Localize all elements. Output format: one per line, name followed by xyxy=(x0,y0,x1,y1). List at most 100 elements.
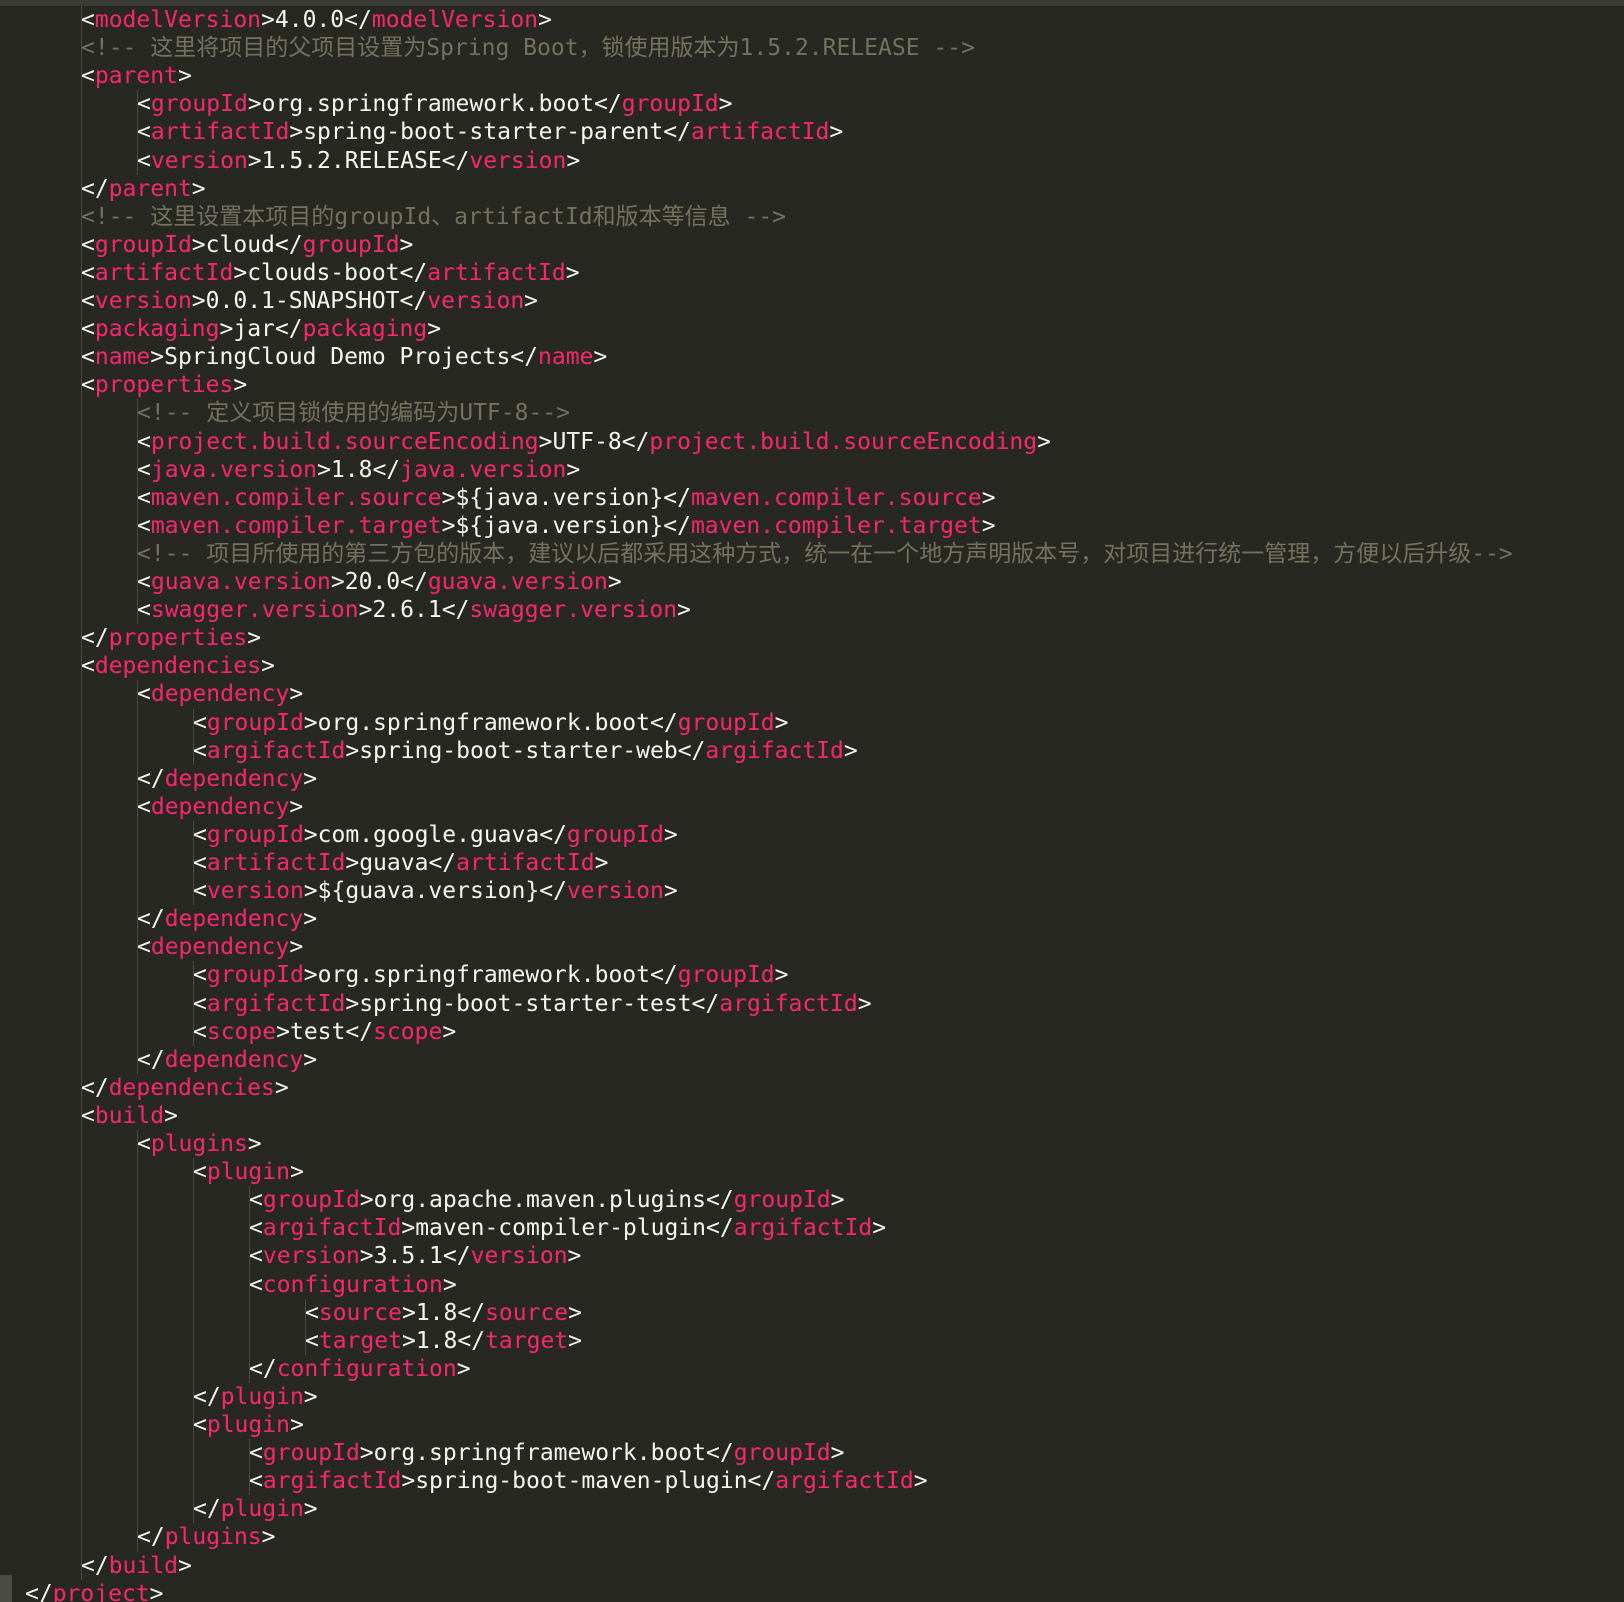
code-line[interactable]: <swagger.version>2.6.1</swagger.version> xyxy=(137,596,691,624)
code-line[interactable]: <build> xyxy=(81,1102,178,1130)
angle-bracket: > xyxy=(981,512,996,539)
angle-bracket: </ xyxy=(457,1299,486,1326)
angle-bracket: > xyxy=(247,91,262,118)
code-line[interactable]: <groupId>org.apache.maven.plugins</group… xyxy=(249,1186,845,1214)
xml-text-value: UTF-8 xyxy=(552,428,622,455)
code-line[interactable]: <plugin> xyxy=(193,1411,304,1439)
code-line[interactable]: </properties> xyxy=(81,624,261,652)
code-line[interactable]: <!-- 定义项目锁使用的编码为UTF-8--> xyxy=(137,399,570,427)
xml-tag-name: source xyxy=(318,1299,402,1326)
code-line[interactable]: </dependency> xyxy=(137,765,317,793)
code-editor[interactable]: <modelVersion>4.0.0</modelVersion> <!-- 这… xyxy=(0,0,1624,1602)
code-line[interactable]: <version>3.5.1</version> xyxy=(249,1242,581,1270)
angle-bracket: > xyxy=(359,1243,374,1270)
code-line[interactable]: <dependency> xyxy=(137,680,303,708)
code-line[interactable]: </configuration> xyxy=(249,1355,471,1383)
code-line[interactable]: <scope>test</scope> xyxy=(193,1018,456,1046)
code-line[interactable]: <argifactId>spring-boot-starter-test</ar… xyxy=(193,990,872,1018)
code-line[interactable]: <groupId>org.springframework.boot</group… xyxy=(193,709,789,737)
xml-tag-name: configuration xyxy=(262,1271,443,1298)
angle-bracket: > xyxy=(568,1299,583,1326)
code-line[interactable]: <groupId>com.google.guava</groupId> xyxy=(193,821,678,849)
code-line[interactable]: <plugins> xyxy=(137,1130,262,1158)
angle-bracket: > xyxy=(442,1271,457,1298)
code-line[interactable]: <configuration> xyxy=(249,1271,457,1299)
angle-bracket: </ xyxy=(400,569,428,595)
angle-bracket: > xyxy=(774,709,789,736)
code-line[interactable]: <project.build.sourceEncoding>UTF-8</pro… xyxy=(137,428,1051,456)
code-line[interactable]: </project> xyxy=(25,1580,164,1602)
code-line[interactable]: <dependency> xyxy=(137,933,303,961)
code-line[interactable]: <version>0.0.1-SNAPSHOT</version> xyxy=(81,287,538,315)
code-line[interactable]: <groupId>org.springframework.boot</group… xyxy=(249,1439,845,1467)
xml-text-value: ${guava.version} xyxy=(317,878,540,905)
code-line[interactable]: <maven.compiler.source>${java.version}</… xyxy=(137,484,996,512)
angle-bracket: < xyxy=(137,484,151,511)
code-line[interactable]: <maven.compiler.target>${java.version}</… xyxy=(137,512,996,540)
code-line[interactable]: <!-- 这里将项目的父项目设置为Spring Boot，锁使用版本为1.5.2… xyxy=(81,34,975,62)
code-line[interactable]: </plugins> xyxy=(137,1523,276,1551)
code-line[interactable]: <argifactId>spring-boot-starter-web</arg… xyxy=(193,737,858,765)
code-line[interactable]: <dependency> xyxy=(137,793,303,821)
code-line[interactable]: <version>1.5.2.RELEASE</version> xyxy=(137,147,580,175)
xml-tag-name: dependency xyxy=(150,681,290,708)
angle-bracket: < xyxy=(193,990,207,1017)
code-line[interactable]: <parent> xyxy=(81,62,192,90)
angle-bracket: > xyxy=(1037,428,1051,455)
xml-tag-name: version xyxy=(150,147,248,174)
angle-bracket: < xyxy=(193,1159,207,1186)
code-line[interactable]: <artifactId>guava</artifactId> xyxy=(193,849,609,877)
code-line[interactable]: <artifactId>spring-boot-starter-parent</… xyxy=(137,118,843,146)
code-line[interactable]: </plugin> xyxy=(193,1495,318,1523)
code-line[interactable]: <name>SpringCloud Demo Projects</name> xyxy=(81,343,607,371)
code-line[interactable]: <properties> xyxy=(81,371,247,399)
angle-bracket: > xyxy=(566,456,581,483)
angle-bracket: </ xyxy=(441,147,470,174)
angle-bracket: > xyxy=(150,344,165,371)
code-line[interactable]: <guava.version>20.0</guava.version> xyxy=(137,568,622,596)
xml-tag-name: plugin xyxy=(206,1412,290,1438)
code-line[interactable]: <artifactId>clouds-boot</artifactId> xyxy=(81,259,580,287)
xml-tag-name: properties xyxy=(108,625,248,652)
xml-tag-name: argifactId xyxy=(705,737,844,764)
code-line[interactable]: <modelVersion>4.0.0</modelVersion> xyxy=(81,6,552,34)
angle-bracket: > xyxy=(303,709,318,736)
code-line[interactable]: <groupId>org.springframework.boot</group… xyxy=(193,961,789,989)
code-line[interactable]: <target>1.8</target> xyxy=(305,1327,582,1355)
angle-bracket: </ xyxy=(663,512,691,539)
angle-bracket: < xyxy=(137,428,151,455)
code-line[interactable]: <java.version>1.8</java.version> xyxy=(137,456,580,484)
xml-tag-name: groupId xyxy=(94,231,192,258)
angle-bracket: < xyxy=(137,681,151,708)
code-line[interactable]: <!-- 这里设置本项目的groupId、artifactId和版本等信息 --… xyxy=(81,203,786,231)
code-line[interactable]: </plugin> xyxy=(193,1383,318,1411)
code-line[interactable]: </dependencies> xyxy=(81,1074,289,1102)
code-line[interactable]: <argifactId>maven-compiler-plugin</argif… xyxy=(249,1214,886,1242)
code-line[interactable]: </parent> xyxy=(81,175,206,203)
code-line[interactable]: <groupId>org.springframework.boot</group… xyxy=(137,90,733,118)
code-line[interactable]: <packaging>jar</packaging> xyxy=(81,315,441,343)
xml-text-value: SpringCloud Demo Projects xyxy=(164,344,511,371)
code-line[interactable]: <source>1.8</source> xyxy=(305,1299,582,1327)
angle-bracket: > xyxy=(568,1327,583,1354)
angle-bracket: </ xyxy=(137,765,165,792)
angle-bracket: </ xyxy=(539,878,567,905)
angle-bracket: > xyxy=(358,597,373,624)
code-line[interactable]: <argifactId>spring-boot-maven-plugin</ar… xyxy=(249,1467,928,1495)
code-line[interactable]: <plugin> xyxy=(193,1158,304,1186)
xml-text-value: 1.8 xyxy=(415,1299,458,1326)
code-line[interactable]: <version>${guava.version}</version> xyxy=(193,877,678,905)
xml-tag-name: configuration xyxy=(276,1355,457,1382)
code-line[interactable]: </build> xyxy=(81,1552,192,1580)
xml-tag-name: modelVersion xyxy=(94,7,262,33)
angle-bracket: > xyxy=(442,1018,457,1045)
xml-tag-name: guava.version xyxy=(427,569,608,595)
xml-text-value: test xyxy=(289,1018,346,1045)
code-line[interactable]: <!-- 项目所使用的第三方包的版本，建议以后都采用这种方式，统一在一个地方声明… xyxy=(137,540,1513,568)
angle-bracket: > xyxy=(565,259,580,286)
code-line[interactable]: </dependency> xyxy=(137,1046,317,1074)
code-line[interactable]: </dependency> xyxy=(137,905,317,933)
code-line[interactable]: <dependencies> xyxy=(81,652,275,680)
xml-tag-name: artifactId xyxy=(94,259,234,286)
code-line[interactable]: <groupId>cloud</groupId> xyxy=(81,231,413,259)
